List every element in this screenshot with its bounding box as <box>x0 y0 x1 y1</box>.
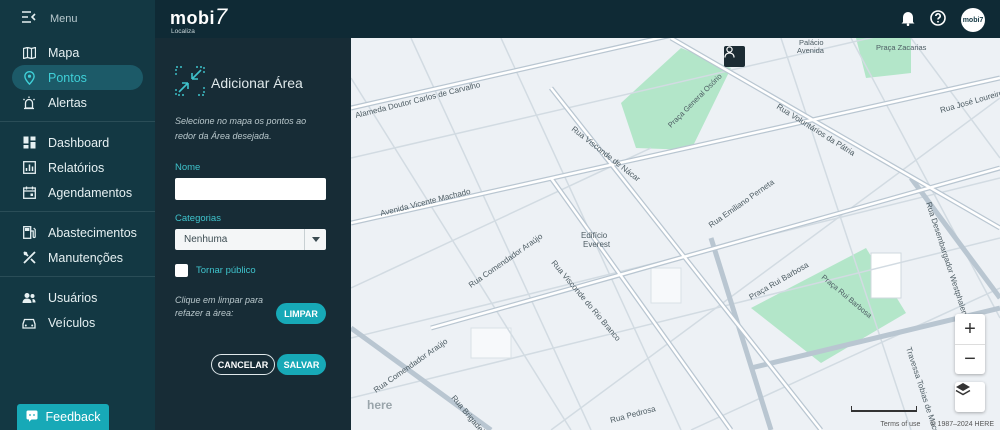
users-icon <box>22 291 36 305</box>
sidebar-item-label: Mapa <box>48 45 80 60</box>
map-label-street: Travessa Tobias de Macedo <box>904 346 944 430</box>
public-checkbox[interactable] <box>175 264 188 277</box>
map-icon <box>22 46 36 60</box>
sidebar-item-pontos[interactable]: Pontos <box>12 65 143 90</box>
sidebar-item-label: Dashboard <box>48 135 110 150</box>
avatar[interactable]: mobi7 <box>961 8 985 32</box>
panel-description: Selecione no mapa os pontos ao redor da … <box>175 116 307 141</box>
sidebar-item-veiculos[interactable]: Veículos <box>12 310 143 335</box>
save-button[interactable]: SALVAR <box>277 354 326 375</box>
dashboard-icon <box>22 136 36 150</box>
copyright-text: © 1987–2024 HERE <box>930 421 994 428</box>
sidebar-item-label: Veículos <box>48 315 96 330</box>
sidebar: Menu Mapa Pontos Alertas Dashboard Relat… <box>0 0 155 430</box>
sidebar-item-manutencoes[interactable]: Manutenções <box>12 245 143 270</box>
sidebar-item-label: Manutenções <box>48 250 124 265</box>
help-icon[interactable] <box>930 9 946 31</box>
sidebar-item-dashboard[interactable]: Dashboard <box>12 130 143 155</box>
map-label-street: Rua Emiliano Perneta <box>707 177 776 229</box>
nav-group-2: Dashboard Relatórios Agendamentos <box>0 122 155 212</box>
top-bar: mobi7 Localiza mobi7 <box>155 0 1000 38</box>
map-label-street: Rua Pedrosa <box>609 404 657 425</box>
name-label: Nome <box>175 162 201 173</box>
panel-header: Adicionar Área <box>175 66 303 99</box>
nav-group-4: Usuários Veículos <box>0 277 155 341</box>
public-label: Tornar público <box>196 265 256 276</box>
layers-button[interactable] <box>955 382 985 412</box>
tools-icon <box>22 251 36 265</box>
map-scale-bar <box>851 406 917 412</box>
sidebar-item-label: Alertas <box>48 95 87 110</box>
user-location-pin[interactable] <box>724 46 745 67</box>
shrink-arrows-icon <box>175 66 205 99</box>
map-label-street: Rua Comendador Araújo <box>467 231 545 289</box>
map-attribution: Terms of use © 1987–2024 HERE <box>880 421 994 428</box>
panel-title: Adicionar Área <box>211 74 303 91</box>
menu-toggle[interactable]: Menu <box>0 0 155 38</box>
map-label-street: Avenida Vicente Machado <box>379 187 472 218</box>
cancel-button[interactable]: CANCELAR <box>211 354 275 375</box>
map-label-building: Edifício <box>581 231 608 240</box>
alert-light-icon <box>22 96 36 110</box>
sidebar-item-label: Pontos <box>48 70 87 85</box>
sidebar-item-label: Relatórios <box>48 160 105 175</box>
sidebar-item-usuarios[interactable]: Usuários <box>12 285 143 310</box>
report-icon <box>22 161 36 175</box>
map-label-street: Alameda Doutor Carlos de Carvalho <box>354 80 481 120</box>
feedback-button[interactable]: Feedback <box>17 404 109 430</box>
nav-group-1: Mapa Pontos Alertas <box>0 38 155 122</box>
menu-collapse-icon <box>22 10 36 28</box>
sidebar-item-abastecimentos[interactable]: Abastecimentos <box>12 220 143 245</box>
map-canvas: Alameda Doutor Carlos de Carvalho Avenid… <box>351 38 1000 430</box>
car-icon <box>22 316 36 330</box>
sidebar-item-mapa[interactable]: Mapa <box>12 40 143 65</box>
map-label-building: Avenida <box>797 46 825 55</box>
category-select[interactable]: Nenhuma <box>175 229 326 250</box>
nav-group-3: Abastecimentos Manutenções <box>0 212 155 277</box>
minus-icon: − <box>964 348 976 370</box>
fuel-icon <box>22 226 36 240</box>
feedback-label: Feedback <box>45 410 101 424</box>
zoom-control: + − <box>955 314 985 374</box>
menu-label: Menu <box>50 13 78 25</box>
notification-bell-icon[interactable] <box>901 10 915 31</box>
map-label-street: Rua Visconde do Rio Branco <box>549 259 622 344</box>
sidebar-item-label: Agendamentos <box>48 185 133 200</box>
map-label-street: Rua Comendador Araújo <box>372 336 450 394</box>
feedback-icon <box>26 410 38 425</box>
zoom-in-button[interactable]: + <box>955 314 985 344</box>
location-pin-icon <box>22 70 36 85</box>
clear-hint: Clique em limpar para refazer a área: <box>175 295 264 318</box>
category-value: Nenhuma <box>184 234 228 245</box>
app-logo: mobi7 Localiza <box>170 4 228 35</box>
sidebar-item-relatorios[interactable]: Relatórios <box>12 155 143 180</box>
here-logo: here <box>367 398 393 412</box>
clear-button[interactable]: LIMPAR <box>276 303 326 324</box>
add-area-panel: Adicionar Área Selecione no mapa os pont… <box>155 38 351 430</box>
terms-of-use-link[interactable]: Terms of use <box>880 421 920 428</box>
sidebar-item-alertas[interactable]: Alertas <box>12 90 143 115</box>
caret-down-icon <box>304 229 326 250</box>
sidebar-item-label: Abastecimentos <box>48 225 137 240</box>
sidebar-item-agendamentos[interactable]: Agendamentos <box>12 180 143 205</box>
category-label: Categorias <box>175 213 221 224</box>
zoom-out-button[interactable]: − <box>955 345 985 374</box>
sidebar-item-label: Usuários <box>48 290 98 305</box>
name-input[interactable] <box>175 178 326 200</box>
calendar-icon <box>22 186 36 200</box>
plus-icon: + <box>964 317 976 340</box>
public-toggle-row: Tornar público <box>175 264 256 277</box>
map-label-park: Praça Zacarias <box>876 43 927 52</box>
top-actions: mobi7 <box>901 8 985 32</box>
map-view[interactable]: Alameda Doutor Carlos de Carvalho Avenid… <box>351 38 1000 430</box>
map-label-building: Everest <box>583 240 611 249</box>
